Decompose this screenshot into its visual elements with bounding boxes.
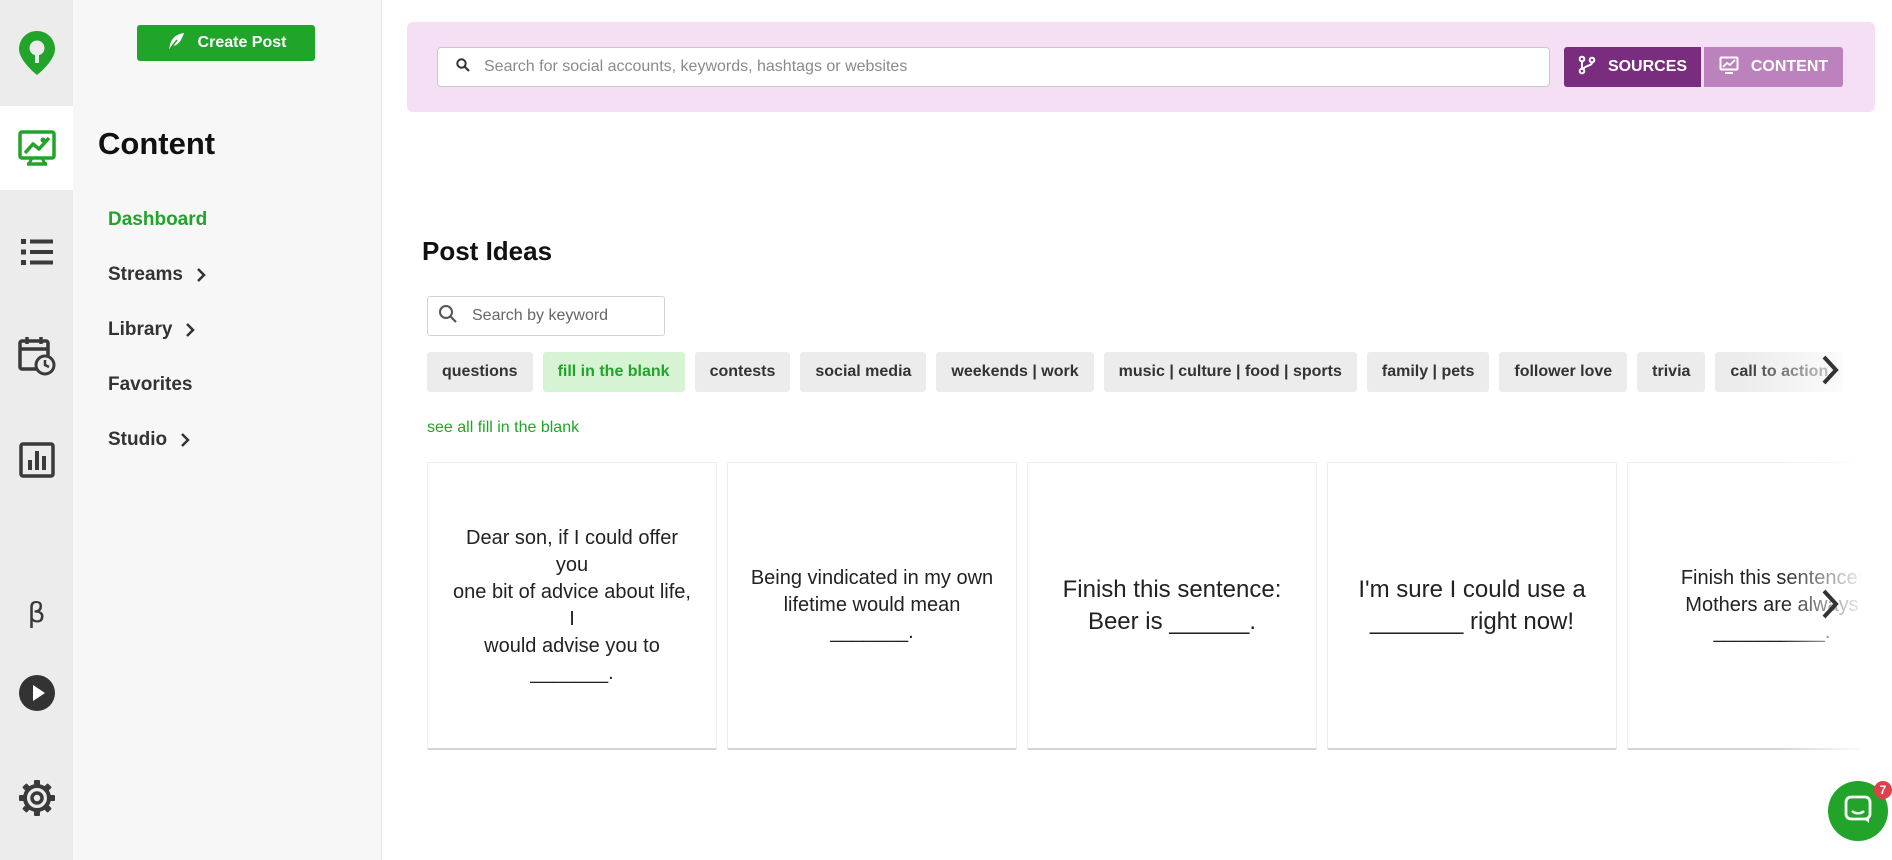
- icon-rail: β: [0, 0, 73, 860]
- chevron-right-icon: [179, 432, 191, 448]
- search-icon: [456, 57, 470, 77]
- card-line: Being vindicated in my own: [750, 567, 994, 589]
- feather-icon: [166, 31, 186, 56]
- card-line: _______ right now!: [1369, 607, 1575, 635]
- chip-weekends-work[interactable]: weekends | work: [936, 352, 1094, 392]
- chip-questions[interactable]: questions: [427, 352, 533, 392]
- branch-icon: [1578, 55, 1596, 80]
- location-pin-logo-icon: [17, 29, 57, 77]
- chip-label: social media: [815, 363, 912, 380]
- content-button[interactable]: CONTENT: [1704, 47, 1843, 87]
- chip-label: fill in the blank: [557, 363, 670, 380]
- chip-label: family | pets: [1381, 363, 1475, 380]
- chip-trivia[interactable]: trivia: [1637, 352, 1706, 392]
- search-icon: [438, 304, 458, 329]
- bar-chart-icon: [18, 442, 55, 478]
- idea-card[interactable]: I'm sure I could use a _______ right now…: [1327, 462, 1617, 750]
- chip-label: follower love: [1514, 363, 1613, 380]
- chip-follower-love[interactable]: follower love: [1499, 352, 1628, 392]
- chip-label: contests: [709, 363, 776, 380]
- beta-icon: β: [27, 595, 46, 629]
- sidebar-item-label: Library: [108, 318, 173, 340]
- sidebar-item-label: Dashboard: [108, 208, 208, 230]
- chevron-right-icon: [1820, 354, 1840, 391]
- idea-card-text: Finish this sentence: Beer is ______.: [1063, 574, 1282, 638]
- idea-card[interactable]: Dear son, if I could offer you one bit o…: [427, 462, 717, 750]
- cards-next-button[interactable]: [1810, 586, 1850, 626]
- list-icon: [19, 236, 55, 268]
- sources-label: SOURCES: [1607, 58, 1688, 75]
- chips-next-button[interactable]: [1810, 352, 1850, 392]
- rail-beta[interactable]: β: [0, 585, 73, 639]
- notification-badge: 7: [1874, 781, 1892, 799]
- create-post-label: Create Post: [197, 34, 287, 51]
- idea-card[interactable]: Being vindicated in my own lifetime woul…: [727, 462, 1017, 750]
- idea-cards: Dear son, if I could offer you one bit o…: [427, 462, 1860, 752]
- sidebar-title: Content: [98, 126, 216, 161]
- keyword-search-box: [427, 296, 679, 336]
- chip-fill-in-the-blank[interactable]: fill in the blank: [542, 352, 685, 392]
- post-ideas-title: Post Ideas: [422, 236, 553, 266]
- keyword-search-input[interactable]: [472, 307, 679, 325]
- chevron-right-icon: [184, 322, 196, 338]
- sidebar-item-studio[interactable]: Studio: [108, 412, 368, 467]
- chip-label: questions: [442, 363, 518, 380]
- card-line: _______.: [830, 621, 914, 643]
- card-line: Dear son, if I could offer you: [466, 526, 678, 576]
- content-label: CONTENT: [1750, 58, 1829, 75]
- gear-icon: [18, 779, 56, 817]
- rail-calendar[interactable]: [0, 314, 73, 398]
- see-all-link[interactable]: see all fill in the blank: [427, 419, 579, 437]
- chip-contests[interactable]: contests: [694, 352, 791, 392]
- card-line: I'm sure I could use a: [1358, 575, 1586, 603]
- sidebar-item-library[interactable]: Library: [108, 302, 368, 357]
- card-line: Beer is ______.: [1087, 607, 1257, 635]
- sidebar-item-favorites[interactable]: Favorites: [108, 357, 368, 412]
- rail-streams[interactable]: [0, 210, 73, 294]
- idea-card-text: I'm sure I could use a _______ right now…: [1358, 574, 1585, 638]
- rail-analytics[interactable]: [0, 418, 73, 502]
- rail-content[interactable]: [0, 106, 73, 190]
- sidebar-item-dashboard[interactable]: Dashboard: [108, 192, 368, 247]
- card-line: Finish this sentence:: [1062, 575, 1282, 603]
- search-banner: SOURCES CONTENT: [407, 22, 1875, 112]
- rail-videos[interactable]: [0, 666, 73, 720]
- sidebar-item-label: Studio: [108, 428, 168, 450]
- calendar-clock-icon: [17, 335, 57, 377]
- category-chips: questions fill in the blank contests soc…: [427, 352, 1860, 392]
- card-line: would advise you to: [484, 634, 660, 657]
- source-search-input[interactable]: [484, 58, 1549, 76]
- chip-music-culture-food-sports[interactable]: music | culture | food | sports: [1103, 352, 1357, 392]
- sources-button[interactable]: SOURCES: [1564, 47, 1701, 87]
- rail-settings[interactable]: [0, 770, 73, 826]
- sidebar-item-label: Favorites: [108, 373, 193, 395]
- idea-card-text: Being vindicated in my own lifetime woul…: [751, 565, 993, 646]
- chip-label: music | culture | food | sports: [1118, 363, 1342, 380]
- idea-card-text: Dear son, if I could offer you one bit o…: [448, 525, 696, 687]
- sidebar: Create Post Content Dashboard Streams Li…: [73, 0, 382, 860]
- card-line: _______.: [530, 661, 614, 684]
- chip-family-pets[interactable]: family | pets: [1366, 352, 1490, 392]
- logo[interactable]: [0, 0, 73, 106]
- sidebar-item-label: Streams: [108, 263, 183, 285]
- chevron-right-icon: [195, 267, 207, 283]
- chat-bubble-icon: [1843, 794, 1873, 829]
- source-search-box: [437, 47, 1550, 87]
- play-circle-icon: [18, 674, 56, 712]
- idea-card[interactable]: Finish this sentence: Beer is ______.: [1027, 462, 1317, 750]
- chevron-right-icon: [1820, 588, 1840, 625]
- sidebar-item-streams[interactable]: Streams: [108, 247, 368, 302]
- content-chart-icon: [1719, 56, 1739, 79]
- chip-label: weekends | work: [951, 363, 1079, 380]
- card-line: one bit of advice about life, I: [453, 580, 691, 630]
- sidebar-nav: Dashboard Streams Library Favorites Stud…: [108, 192, 368, 467]
- chip-label: trivia: [1652, 363, 1691, 380]
- card-line: lifetime would mean: [783, 594, 961, 616]
- create-post-button[interactable]: Create Post: [137, 25, 315, 61]
- chip-social-media[interactable]: social media: [800, 352, 927, 392]
- content-image-icon: [17, 129, 57, 167]
